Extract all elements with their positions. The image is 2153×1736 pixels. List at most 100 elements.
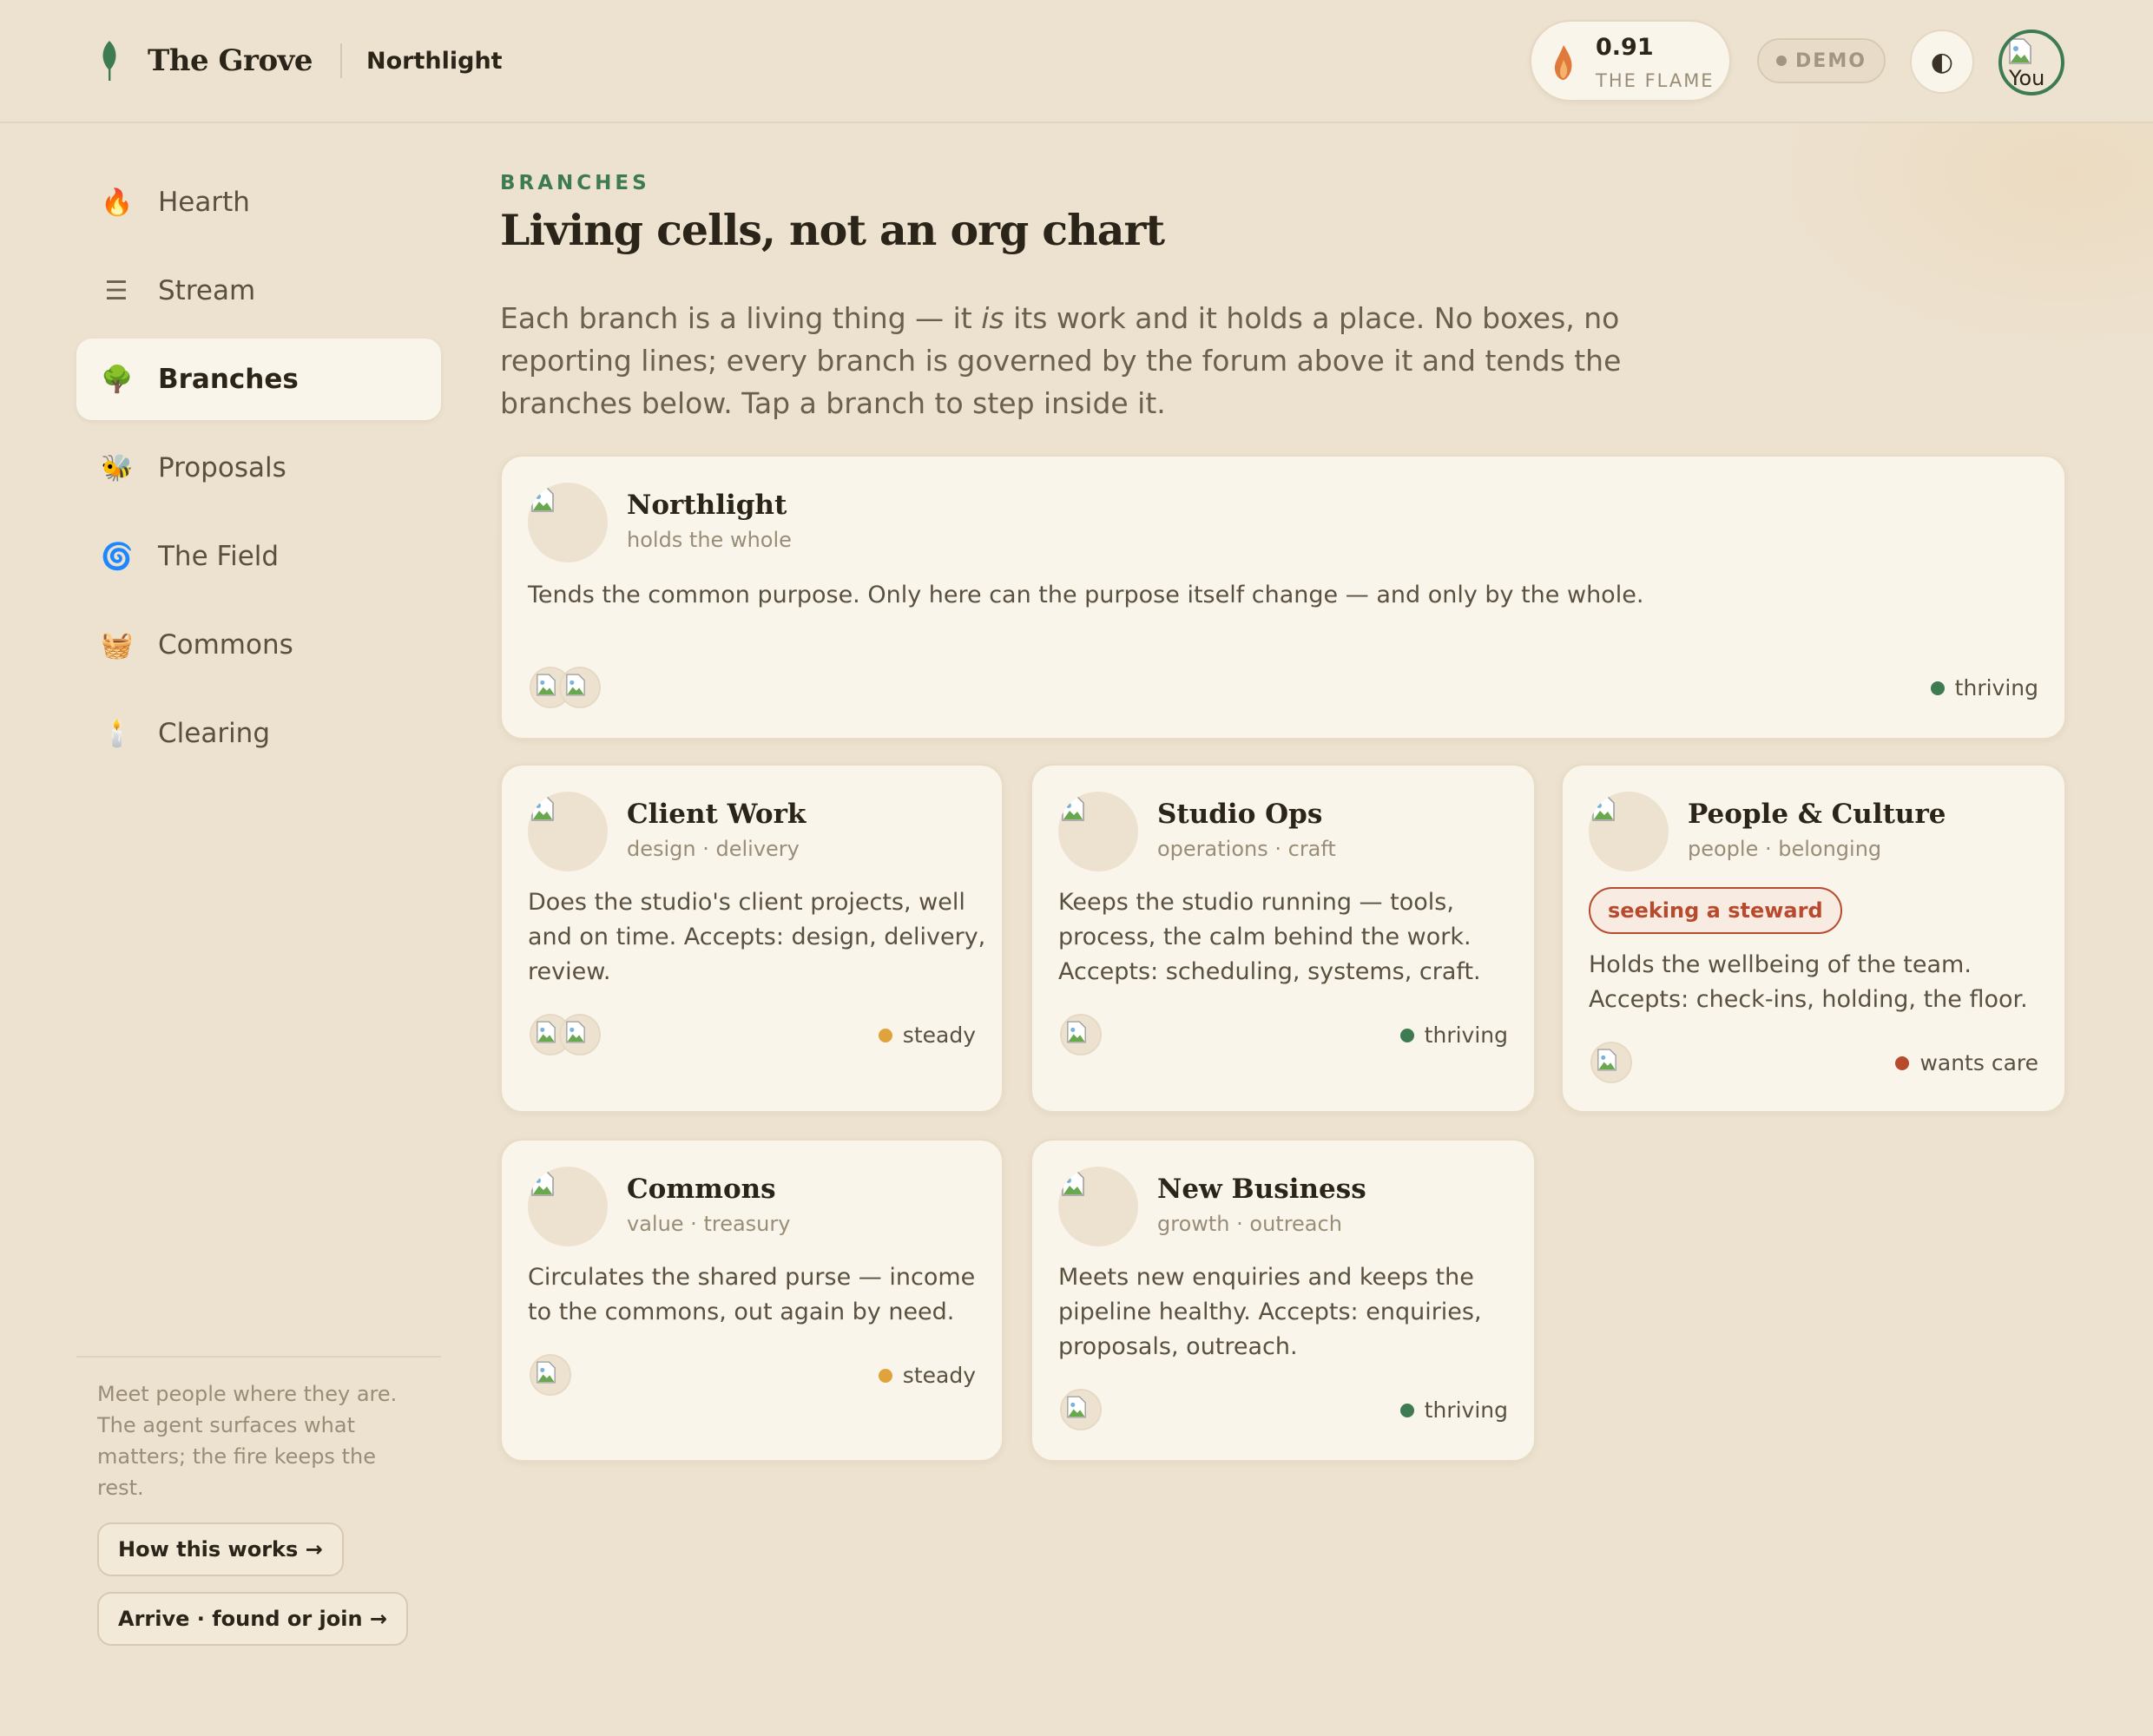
branch-tags: growth · outreach [1157, 1212, 1342, 1236]
seeking-steward-badge[interactable]: seeking a steward [1589, 887, 1842, 934]
member-avatars [530, 667, 601, 708]
broken-image-icon [2009, 38, 2031, 64]
branch-tags: operations · craft [1157, 837, 1336, 861]
sidebar-item-hearth[interactable]: 🔥 Hearth [76, 161, 441, 243]
flame-label: THE FLAME [1596, 70, 1715, 91]
status-dot [878, 1368, 892, 1383]
how-this-works-link[interactable]: How this works → [97, 1522, 344, 1576]
branch-avatar [528, 792, 608, 871]
status-dot [878, 1028, 892, 1042]
status-dot [1930, 681, 1945, 695]
member-avatars [1060, 1389, 1102, 1430]
broken-image-icon [1592, 795, 1615, 821]
org-name[interactable]: Northlight [366, 48, 503, 75]
intro-emphasis: is [981, 301, 1004, 335]
sidebar-item-label: Proposals [158, 452, 286, 483]
sidebar-footer: Meet people where they are. The agent su… [76, 1356, 441, 1646]
member-avatars [1590, 1042, 1632, 1083]
branch-card-new-business[interactable]: New Business growth · outreach Meets new… [1030, 1139, 1536, 1462]
sidebar-item-proposals[interactable]: 🐝 Proposals [76, 427, 441, 509]
divider [340, 43, 343, 78]
branch-description: Tends the common purpose. Only here can … [528, 582, 1644, 608]
branch-avatar [1058, 1167, 1138, 1246]
status-label: thriving [1424, 1397, 1508, 1423]
sidebar-item-label: Stream [158, 275, 256, 306]
sidebar-item-commons[interactable]: 🧺 Commons [76, 604, 441, 686]
sidebar-item-branches[interactable]: 🌳 Branches [76, 339, 441, 420]
broken-image-icon [531, 1170, 554, 1196]
demo-dot [1776, 56, 1788, 66]
branch-avatar [528, 1167, 608, 1246]
avatar-alt-text: You [2009, 66, 2045, 90]
branch-card-commons[interactable]: Commons value · treasury Circulates the … [500, 1139, 1004, 1462]
flame-score[interactable]: 0.91 THE FLAME [1530, 20, 1731, 102]
member-avatars [1060, 1014, 1102, 1055]
sidebar-item-clearing[interactable]: 🕯️ Clearing [76, 693, 441, 774]
sidebar-item-label: The Field [158, 541, 280, 572]
broken-image-icon [1067, 1396, 1086, 1418]
broken-image-icon [531, 795, 554, 821]
branch-description: Circulates the shared purse — income to … [528, 1264, 976, 1325]
member-avatar[interactable] [530, 1354, 571, 1396]
section-eyebrow: BRANCHES [500, 172, 650, 194]
branch-status: steady [878, 1363, 976, 1388]
branch-description: Does the studio's client projects, well … [528, 889, 986, 985]
arrive-link[interactable]: Arrive · found or join → [97, 1592, 409, 1646]
branch-card-northlight[interactable]: Northlight holds the whole Tends the com… [500, 455, 2066, 740]
page-intro: Each branch is a living thing — it is it… [500, 297, 1629, 424]
sidebar-item-stream[interactable]: ☰ Stream [76, 250, 441, 332]
theme-toggle-button[interactable]: ◐ [1910, 30, 1974, 94]
sidebar-item-label: Branches [158, 364, 299, 395]
app-name: The Grove [148, 43, 313, 78]
branch-description: Holds the wellbeing of the team. Accepts… [1589, 951, 2028, 1013]
branch-avatar [1589, 792, 1669, 871]
branch-status: thriving [1399, 1023, 1508, 1048]
candle-icon: 🕯️ [101, 718, 134, 749]
status-label: thriving [1954, 675, 2038, 700]
broken-image-icon [537, 674, 556, 696]
branch-card-people-culture[interactable]: People & Culture people · belonging seek… [1561, 764, 2066, 1113]
branch-tags: holds the whole [627, 528, 792, 552]
branch-tags: design · delivery [627, 837, 800, 861]
member-avatar[interactable] [1060, 1014, 1102, 1055]
tree-icon: 🌳 [101, 364, 134, 395]
branch-status: thriving [1930, 675, 2038, 700]
branch-avatar [1058, 792, 1138, 871]
user-avatar[interactable]: You [1998, 30, 2064, 95]
status-label: steady [902, 1023, 976, 1048]
sidebar-nav: 🔥 Hearth ☰ Stream 🌳 Branches 🐝 Proposals… [76, 161, 441, 781]
status-label: thriving [1424, 1023, 1508, 1048]
branch-name: Northlight [627, 490, 787, 521]
broken-image-icon [1062, 1170, 1084, 1196]
member-avatar[interactable] [559, 1014, 601, 1055]
branch-card-studio-ops[interactable]: Studio Ops operations · craft Keeps the … [1030, 764, 1536, 1113]
branch-name: New Business [1157, 1174, 1366, 1205]
branch-description: Keeps the studio running — tools, proces… [1058, 889, 1481, 985]
branch-name: People & Culture [1688, 799, 1946, 830]
page-title: Living cells, not an org chart [500, 205, 1165, 255]
sidebar-item-label: Clearing [158, 718, 271, 749]
brand[interactable]: The Grove Northlight [97, 39, 503, 82]
flame-value: 0.91 [1596, 34, 1654, 61]
sidebar-note: Meet people where they are. The agent su… [97, 1382, 398, 1500]
branch-tags: value · treasury [627, 1212, 791, 1236]
top-bar: The Grove Northlight 0.91 THE FLAME DEMO… [0, 0, 2153, 123]
status-label: steady [902, 1363, 976, 1388]
spiral-icon: 🌀 [101, 541, 134, 572]
sidebar-item-the-field[interactable]: 🌀 The Field [76, 516, 441, 597]
branch-card-client-work[interactable]: Client Work design · delivery Does the s… [500, 764, 1004, 1113]
branch-description: Meets new enquiries and keeps the pipeli… [1058, 1264, 1482, 1360]
flame-icon [1554, 45, 1572, 80]
branch-tags: people · belonging [1688, 837, 1882, 861]
broken-image-icon [566, 674, 585, 696]
broken-image-icon [537, 1361, 556, 1384]
branch-name: Client Work [627, 799, 807, 830]
member-avatar[interactable] [1060, 1389, 1102, 1430]
member-avatar[interactable] [559, 667, 601, 708]
member-avatar[interactable] [1590, 1042, 1632, 1083]
list-icon: ☰ [104, 275, 128, 306]
intro-text: Each branch is a living thing — it [500, 301, 982, 335]
fire-icon: 🔥 [101, 187, 134, 218]
branch-status: steady [878, 1023, 976, 1048]
branch-status: wants care [1895, 1050, 2038, 1075]
